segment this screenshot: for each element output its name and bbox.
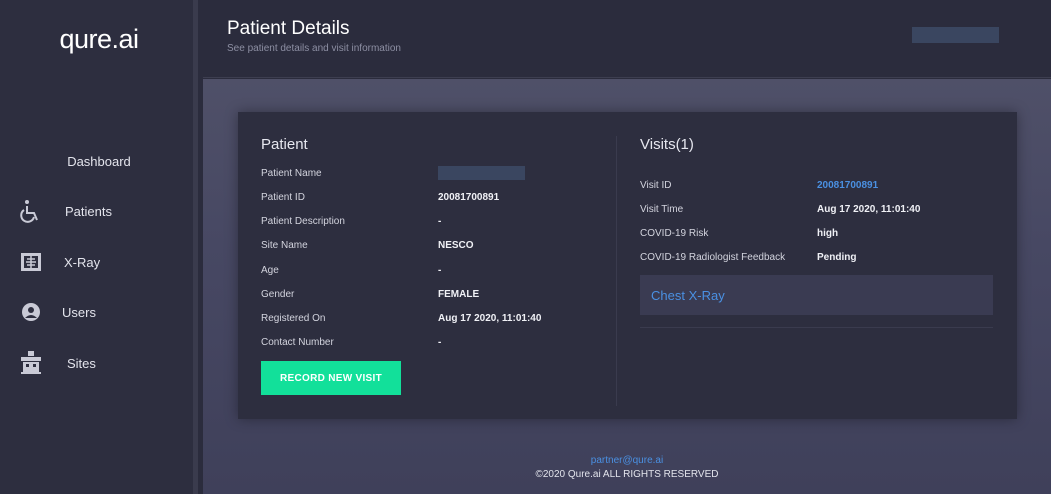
visit-id-link[interactable]: 20081700891 [817, 180, 878, 191]
footer-email-link[interactable]: partner@qure.ai [203, 455, 1051, 466]
sidebar: qure.ai Dashboard Patients X-Ray Users S… [0, 0, 198, 494]
footer-copyright: ©2020 Qure.ai ALL RIGHTS RESERVED [535, 469, 719, 480]
visit-time-value: Aug 17 2020, 11:01:40 [817, 204, 921, 215]
patient-id-value: 20081700891 [438, 192, 500, 203]
xray-icon [18, 249, 44, 275]
wheelchair-icon [18, 198, 44, 224]
patient-description-value: - [438, 216, 442, 227]
patient-id-label: Patient ID [261, 192, 305, 203]
patient-details-card: Patient Patient Name Patient ID 20081700… [238, 112, 1017, 419]
contact-number-value: - [438, 337, 442, 348]
page-subtitle: See patient details and visit informatio… [227, 43, 401, 54]
gender-label: Gender [261, 289, 295, 300]
radiologist-feedback-label: COVID-19 Radiologist Feedback [640, 252, 786, 263]
site-name-value: NESCO [438, 240, 474, 251]
gender-value: FEMALE [438, 289, 480, 300]
sidebar-item-label: X-Ray [64, 254, 101, 270]
building-icon [18, 350, 44, 376]
visit-id-label: Visit ID [640, 180, 672, 191]
main-content: Patient Patient Name Patient ID 20081700… [203, 79, 1051, 494]
patient-section-title: Patient [261, 136, 308, 153]
sidebar-item-dashboard[interactable]: Dashboard [0, 154, 198, 169]
sidebar-item-xray[interactable]: X-Ray [18, 247, 188, 277]
qure-logo[interactable]: qure.ai [0, 24, 198, 55]
contact-number-label: Contact Number [261, 337, 334, 348]
covid-risk-label: COVID-19 Risk [640, 228, 709, 239]
page-title: Patient Details [227, 18, 350, 39]
covid-risk-value: high [817, 228, 839, 239]
chest-xray-item[interactable]: Chest X-Ray [640, 275, 993, 315]
registered-on-label: Registered On [261, 313, 326, 324]
patient-name-label: Patient Name [261, 168, 322, 179]
page-header: Patient Details See patient details and … [203, 0, 1051, 78]
sidebar-item-sites[interactable]: Sites [18, 348, 188, 378]
sidebar-item-users[interactable]: Users [18, 297, 188, 327]
patient-name-value [438, 166, 525, 180]
sidebar-item-label: Sites [67, 355, 96, 371]
visit-time-label: Visit Time [640, 204, 684, 215]
age-value: - [438, 265, 442, 276]
record-new-visit-button[interactable]: RECORD NEW VISIT [261, 361, 401, 395]
user-icon [18, 299, 44, 325]
chest-xray-link[interactable]: Chest X-Ray [651, 288, 725, 303]
visits-section-title: Visits(1) [640, 136, 694, 153]
site-name-label: Site Name [261, 240, 308, 251]
patient-description-label: Patient Description [261, 216, 345, 227]
sidebar-item-label: Patients [65, 203, 112, 219]
registered-on-value: Aug 17 2020, 11:01:40 [438, 313, 542, 324]
visit-divider [640, 327, 993, 328]
radiologist-feedback-value: Pending [817, 252, 857, 263]
card-divider [616, 136, 617, 406]
sidebar-item-label: Users [62, 304, 96, 320]
age-label: Age [261, 265, 279, 276]
user-menu[interactable] [912, 27, 999, 43]
sidebar-item-patients[interactable]: Patients [18, 196, 188, 226]
